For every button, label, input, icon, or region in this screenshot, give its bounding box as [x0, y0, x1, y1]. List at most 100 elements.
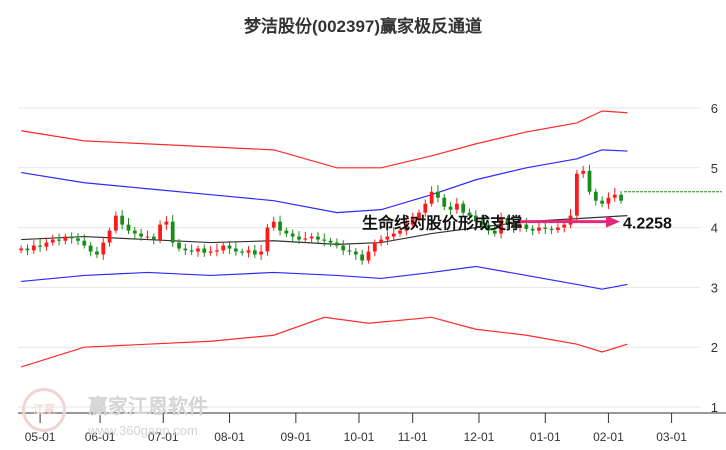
candle-body — [227, 245, 232, 249]
candle-body — [69, 236, 74, 239]
candle-body — [335, 242, 339, 246]
candle-body — [454, 203, 459, 210]
candle-body — [189, 250, 194, 252]
candle-body — [391, 233, 396, 237]
candle-body — [107, 230, 112, 243]
y-tick-label: 5 — [711, 161, 718, 176]
candle-body — [38, 245, 42, 247]
candle-body — [316, 236, 320, 240]
candle-body — [158, 224, 162, 240]
candle-body — [113, 215, 118, 231]
y-tick-label: 2 — [711, 340, 718, 355]
candle-body — [215, 250, 219, 252]
x-tick-label: 05-01 — [25, 430, 56, 444]
candle-body — [600, 200, 605, 204]
candle-body — [76, 238, 80, 241]
candle-body — [303, 238, 308, 240]
candle-body — [442, 197, 447, 207]
candle-body — [82, 240, 87, 246]
candle-body — [587, 170, 592, 192]
arrow-head — [606, 215, 620, 228]
candle-body — [246, 250, 251, 253]
candle-body — [328, 240, 333, 243]
candle-body — [429, 191, 434, 204]
x-tick-label: 03-01 — [656, 430, 687, 444]
candle-body — [360, 254, 365, 261]
candle-body — [562, 224, 567, 228]
candle-body — [436, 191, 440, 198]
candle-body — [423, 203, 428, 213]
candle-body — [290, 233, 295, 237]
candle-body — [145, 236, 150, 238]
candle-body — [284, 230, 289, 234]
candle-body — [252, 250, 257, 255]
candle-body — [126, 224, 131, 231]
candle-body — [202, 248, 207, 253]
candle-body — [593, 191, 598, 201]
band-line-upper-inner — [21, 149, 628, 214]
candle-body — [543, 227, 548, 229]
x-tick-label: 08-01 — [214, 430, 245, 444]
candle-body — [164, 221, 169, 225]
y-tick-label: 6 — [711, 101, 718, 116]
y-tick-label: 4 — [711, 221, 718, 236]
candle-body — [63, 236, 68, 241]
candle-body — [101, 242, 106, 255]
candle-body — [353, 251, 358, 255]
y-tick-label: 3 — [711, 280, 718, 295]
candle-body — [347, 250, 352, 252]
band-line-lower-outer — [20, 316, 628, 368]
x-tick-label: 09-01 — [281, 430, 312, 444]
chart-plot: 12345605-01 06-01 07-01 08-01 09-01 10-01 11-0… — [18, 101, 726, 444]
candle-body — [95, 251, 99, 255]
candle-body — [556, 227, 560, 230]
annotation-value: 4.2258 — [623, 216, 672, 233]
candle-body — [240, 251, 245, 253]
x-tick-label: 12-01 — [464, 430, 495, 444]
candle-body — [379, 239, 383, 243]
candle-body — [50, 239, 55, 243]
candle-body — [259, 251, 264, 255]
candle-body — [341, 245, 346, 251]
annotation-text: 生命线对股价形成支撑 — [362, 214, 522, 233]
candle-body — [208, 251, 213, 253]
candle-body — [309, 236, 314, 239]
x-tick-label: 11-01 — [398, 430, 428, 444]
candle-body — [183, 248, 188, 251]
candle-body — [44, 242, 49, 247]
candle-body — [530, 228, 535, 231]
watermark-url: www.360gann.com — [88, 423, 198, 438]
candle-body — [581, 170, 586, 174]
candle-body — [271, 221, 276, 228]
candle-body — [297, 236, 301, 240]
candle-body — [537, 227, 541, 231]
candle-body — [265, 227, 270, 252]
candle-body — [19, 248, 24, 251]
candle-body — [88, 245, 93, 252]
x-tick-label: 02-01 — [593, 430, 624, 444]
candle-body — [612, 194, 617, 198]
candle-body — [366, 251, 371, 261]
candle-body — [322, 239, 327, 241]
candle-body — [448, 206, 453, 210]
candle-body — [461, 203, 466, 213]
candle-body — [139, 233, 144, 237]
candle-body — [57, 239, 61, 241]
band-line-lower-inner — [21, 265, 628, 290]
candle-body — [278, 221, 282, 231]
candle-body — [177, 242, 181, 249]
candle-body — [574, 173, 579, 216]
candle-body — [25, 248, 30, 251]
candle-body — [170, 221, 175, 243]
x-tick-label: 01-01 — [530, 430, 561, 444]
watermark-seal: 江赢 — [22, 388, 66, 432]
candle-body — [31, 245, 36, 251]
band-line-upper-outer — [21, 110, 628, 169]
candle-body — [132, 230, 137, 234]
candle-body — [120, 215, 125, 225]
candle-body — [549, 228, 554, 230]
candle-body — [196, 248, 200, 252]
candle-body — [385, 236, 390, 240]
x-tick-label: 10-01 — [344, 430, 375, 444]
candle-body — [372, 242, 377, 252]
